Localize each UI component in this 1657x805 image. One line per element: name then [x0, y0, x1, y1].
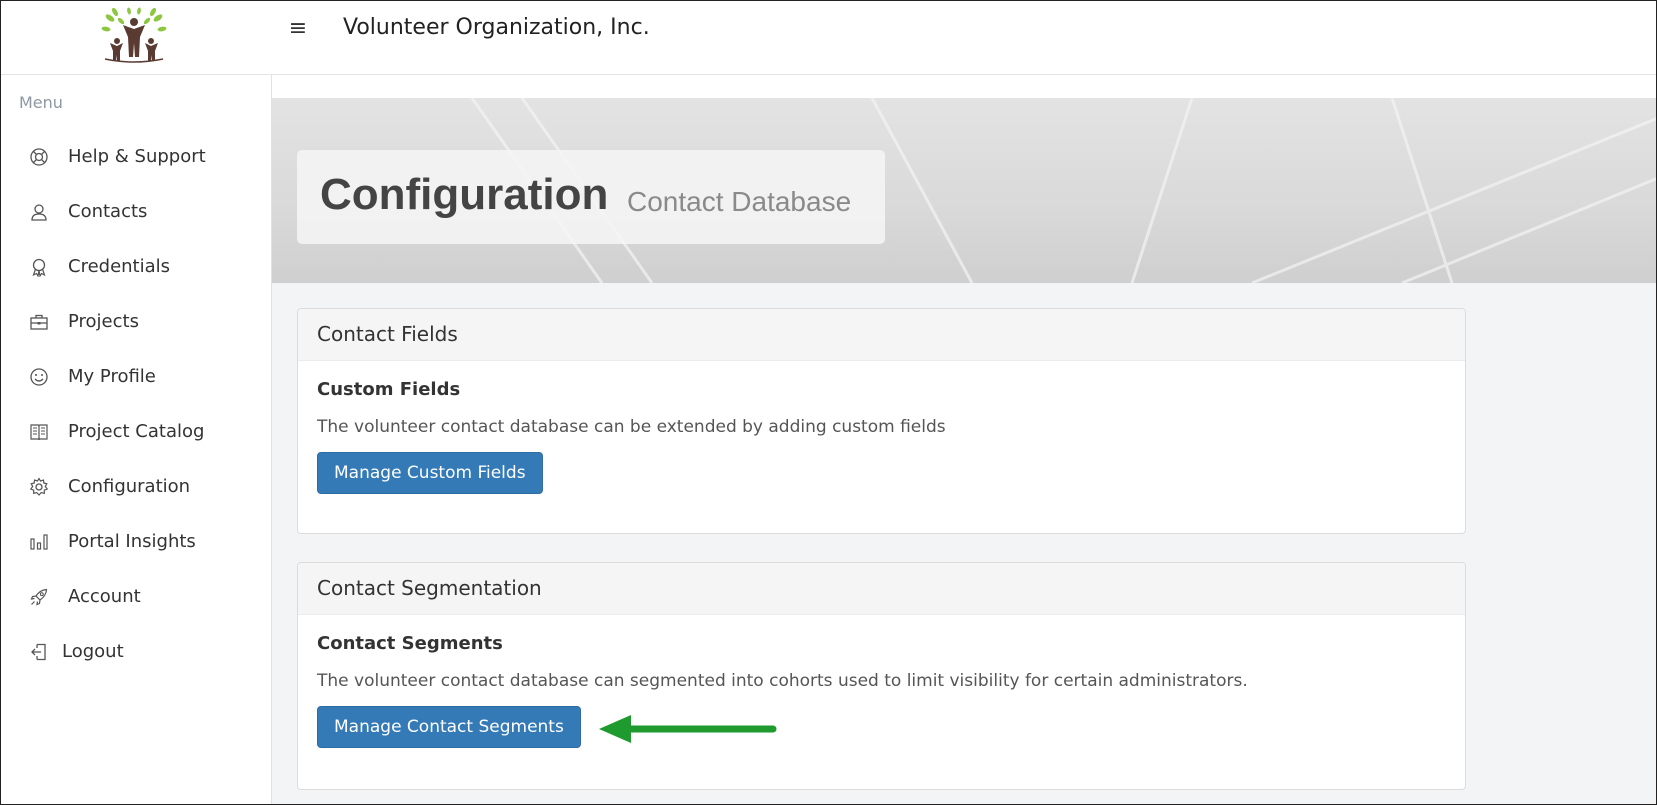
sidebar-item-project-catalog[interactable]: Project Catalog: [1, 412, 272, 452]
smiley-icon: [29, 367, 49, 387]
organization-logo[interactable]: [101, 7, 167, 63]
section-description: The volunteer contact database can segme…: [317, 671, 1248, 691]
panel-header: Contact Fields: [298, 309, 1465, 361]
logout-icon: [29, 642, 49, 662]
panel-header: Contact Segmentation: [298, 563, 1465, 615]
sidebar-item-my-profile[interactable]: My Profile: [1, 357, 272, 397]
page-header-banner: Configuration Contact Database: [272, 98, 1656, 283]
page-subtitle: Contact Database: [627, 186, 852, 217]
rocket-icon: [29, 587, 49, 607]
contact-segmentation-panel: Contact Segmentation Contact Segments Th…: [297, 562, 1466, 790]
sidebar-item-label: Help & Support: [68, 146, 206, 167]
gear-icon: [29, 477, 49, 497]
sidebar-item-portal-insights[interactable]: Portal Insights: [1, 522, 272, 562]
badge-icon: [29, 257, 49, 277]
section-heading: Contact Segments: [317, 633, 503, 654]
sidebar-item-configuration[interactable]: Configuration: [1, 467, 272, 507]
sidebar-item-label: Credentials: [68, 256, 171, 277]
sidebar-item-label: Contacts: [68, 201, 148, 222]
sidebar-item-logout[interactable]: Logout: [1, 632, 272, 672]
panel-title: Contact Segmentation: [317, 576, 542, 600]
page-title: Configuration: [320, 170, 609, 219]
manage-contact-segments-button[interactable]: Manage Contact Segments: [317, 706, 581, 748]
sidebar-item-label: Logout: [62, 641, 124, 662]
bar-chart-icon: [29, 532, 49, 552]
sidebar-item-label: Configuration: [68, 476, 191, 497]
sidebar-item-label: Project Catalog: [68, 421, 205, 442]
panel-title: Contact Fields: [317, 322, 458, 346]
annotation-arrow-icon: [599, 715, 777, 743]
briefcase-icon: [29, 312, 49, 332]
main-content: Configuration Contact Database Contact F…: [272, 75, 1656, 804]
sidebar-item-label: Projects: [68, 311, 139, 332]
sidebar-item-label: Account: [68, 586, 141, 607]
sidebar-item-contacts[interactable]: Contacts: [1, 192, 272, 232]
manage-custom-fields-button[interactable]: Manage Custom Fields: [317, 452, 543, 494]
user-icon: [29, 202, 49, 222]
section-description: The volunteer contact database can be ex…: [317, 417, 946, 437]
top-bar: ≡ Volunteer Organization, Inc.: [1, 1, 1656, 75]
section-heading: Custom Fields: [317, 379, 461, 400]
sidebar-item-label: Portal Insights: [68, 531, 196, 552]
page-title-box: Configuration Contact Database: [297, 150, 885, 244]
book-icon: [29, 422, 49, 442]
menu-heading: Menu: [19, 93, 63, 112]
sidebar-item-projects[interactable]: Projects: [1, 302, 272, 342]
main-top-strip: [272, 75, 1656, 98]
sidebar: Menu Help & Support Contacts Credentials…: [1, 75, 272, 804]
sidebar-item-account[interactable]: Account: [1, 577, 272, 617]
contact-fields-panel: Contact Fields Custom Fields The volunte…: [297, 308, 1466, 534]
lifebuoy-icon: [29, 147, 49, 167]
sidebar-item-help-support[interactable]: Help & Support: [1, 137, 272, 177]
organization-name: Volunteer Organization, Inc.: [343, 15, 650, 40]
sidebar-item-credentials[interactable]: Credentials: [1, 247, 272, 287]
app-window: ≡ Volunteer Organization, Inc. Menu Help…: [0, 0, 1657, 805]
menu-toggle-icon[interactable]: ≡: [287, 17, 309, 41]
sidebar-item-label: My Profile: [68, 366, 156, 387]
